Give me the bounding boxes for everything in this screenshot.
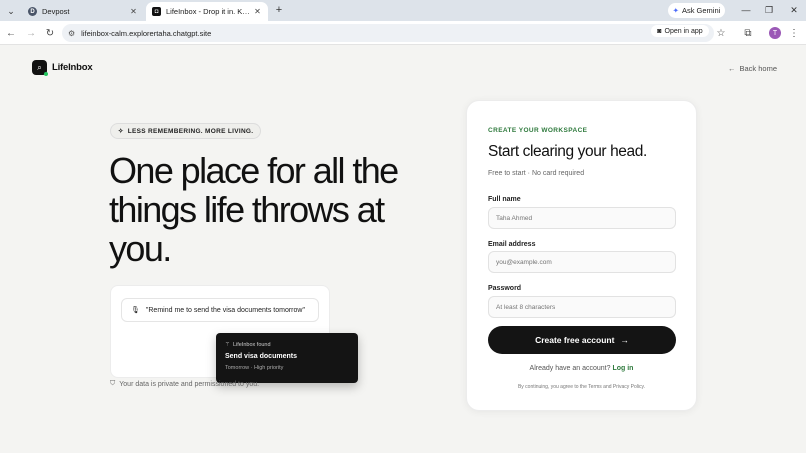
lifeinbox-logo-icon: ⌕ <box>32 60 48 76</box>
create-account-label: Create free account <box>535 335 615 345</box>
close-icon[interactable]: ✕ <box>129 7 138 16</box>
back-home-label: Back home <box>739 64 778 73</box>
forward-arrow-icon[interactable]: → <box>24 26 38 40</box>
terms-note: By continuing, you agree to the Terms an… <box>517 384 646 390</box>
page-content: ⌕ LifeInbox ← Back home ✧ LESS REMEMBERI… <box>0 45 806 453</box>
password-input[interactable] <box>488 296 676 318</box>
voice-text: "Remind me to send the visa documents to… <box>145 306 305 314</box>
reload-icon[interactable]: ↻ <box>43 26 57 40</box>
toast-header: ⚚ LifeInbox found <box>225 342 349 348</box>
voice-input-preview: 🎙︎ "Remind me to send the visa documents… <box>121 298 319 322</box>
toast-title: Send visa documents <box>225 353 297 360</box>
url-text: lifeinbox-calm.explorertaha.chatgpt.site <box>81 28 212 38</box>
bookmark-star-icon[interactable]: ☆ <box>714 26 728 40</box>
profile-avatar[interactable]: T <box>769 27 781 39</box>
toast-meta: Tomorrow · High priority <box>225 365 284 371</box>
arrow-left-icon: ← <box>728 64 736 73</box>
toast-found-label: LifeInbox found <box>232 342 271 348</box>
app-icon: ◙ <box>657 27 662 35</box>
brand-name: LifeInbox <box>52 62 93 73</box>
sparkle-icon: ✧ <box>118 128 124 135</box>
login-link[interactable]: Log in <box>612 365 633 372</box>
email-label: Email address <box>488 241 536 248</box>
password-label: Password <box>488 285 522 292</box>
new-tab-plus-icon[interactable]: + <box>272 3 286 17</box>
privacy-note: ⛉ Your data is private and permissioned … <box>110 380 259 388</box>
open-in-app-button[interactable]: ◙ Open in app <box>651 25 709 37</box>
tab-search-chevron-icon[interactable]: ⌄ <box>4 4 18 18</box>
card-title: Start clearing your head. <box>488 143 647 160</box>
ask-gemini-button[interactable]: ✦ Ask Gemini <box>668 3 725 18</box>
browser-tab-devpost[interactable]: D Devpost ✕ <box>22 2 144 21</box>
lifeinbox-found-toast: ⚚ LifeInbox found Send visa documents To… <box>216 333 358 383</box>
microphone-icon: 🎙︎ <box>131 307 140 314</box>
browser-tab-bar: ⌄ D Devpost ✕ ◘ LifeInbox - Drop it in. … <box>0 0 806 21</box>
extensions-puzzle-icon[interactable]: ⧉ <box>741 26 755 40</box>
restore-icon[interactable]: ❐ <box>762 3 776 17</box>
back-arrow-icon[interactable]: ← <box>4 26 18 40</box>
full-name-label: Full name <box>488 196 521 203</box>
create-account-button[interactable]: Create free account → <box>488 326 676 354</box>
browser-menu-icon[interactable]: ⋮ <box>787 26 801 40</box>
brand[interactable]: ⌕ LifeInbox <box>32 60 93 76</box>
browser-tab-lifeinbox[interactable]: ◘ LifeInbox - Drop it in. Know what... ✕ <box>146 2 268 21</box>
email-input[interactable] <box>488 251 676 273</box>
back-home-link[interactable]: ← Back home <box>728 64 777 73</box>
close-icon[interactable]: ✕ <box>253 7 262 16</box>
tab-title: LifeInbox - Drop it in. Know what... <box>166 7 253 16</box>
signup-card: CREATE YOUR WORKSPACE Start clearing you… <box>466 100 697 411</box>
minimize-icon[interactable]: — <box>739 3 753 17</box>
tagline-text: LESS REMEMBERING. MORE LIVING. <box>127 127 254 135</box>
gemini-label: Ask Gemini <box>681 6 721 15</box>
gemini-sparkle-icon: ✦ <box>672 6 679 15</box>
login-prompt-text: Already have an account? <box>529 365 611 372</box>
window-close-icon[interactable]: ✕ <box>787 3 801 17</box>
lifeinbox-icon: ◘ <box>152 7 161 16</box>
address-bar[interactable]: ⚙ lifeinbox-calm.explorertaha.chatgpt.si… <box>62 24 714 42</box>
hero-headline: One place for all the things life throws… <box>109 150 399 269</box>
shield-check-icon: ⛉ <box>110 380 116 387</box>
magic-wand-icon: ⚚ <box>225 342 230 348</box>
site-settings-icon[interactable]: ⚙ <box>68 29 75 38</box>
privacy-text: Your data is private and permissioned to… <box>119 380 260 388</box>
card-eyebrow: CREATE YOUR WORKSPACE <box>488 127 588 134</box>
tab-title: Devpost <box>42 7 70 16</box>
full-name-input[interactable] <box>488 207 676 229</box>
devpost-icon: D <box>28 7 37 16</box>
open-in-app-label: Open in app <box>664 27 703 35</box>
tagline-pill: ✧ LESS REMEMBERING. MORE LIVING. <box>110 123 262 139</box>
browser-toolbar: ← → ↻ ⚙ lifeinbox-calm.explorertaha.chat… <box>0 21 806 45</box>
arrow-right-icon: → <box>620 335 629 345</box>
card-subtitle: Free to start · No card required <box>488 170 585 177</box>
login-prompt: Already have an account? Log in <box>467 365 696 372</box>
